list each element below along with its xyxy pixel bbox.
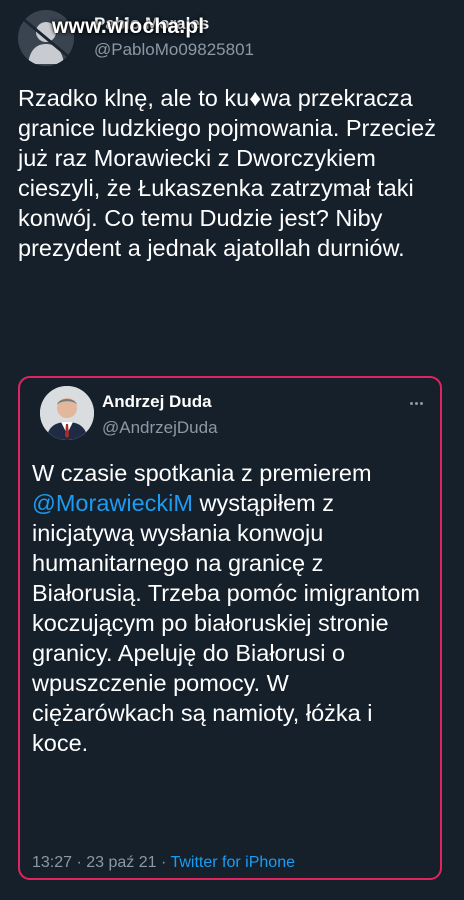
tweet-metadata: 13:27 · 23 paź 21 · Twitter for iPhone	[32, 854, 295, 872]
quoted-author-avatar[interactable]	[40, 386, 94, 440]
tweet-text: Rzadko klnę, ale to ku♦wa przekracza gra…	[18, 85, 436, 261]
user-avatar-icon	[40, 386, 94, 440]
tweet-header: Pablo Morales @PabloMo09825801 www.wioch…	[18, 6, 448, 70]
quoted-text-after: wystąpiłem z inicjatywą wysłania konwoju…	[32, 490, 420, 756]
quoted-author-name[interactable]: Andrzej Duda	[102, 392, 212, 412]
tweet-source[interactable]: Twitter for iPhone	[170, 854, 295, 871]
quoted-tweet[interactable]: Andrzej Duda @AndrzejDuda W czasie spotk…	[18, 376, 442, 880]
mention-link[interactable]: @MorawieckiM	[32, 490, 193, 516]
meta-separator: ·	[72, 854, 87, 871]
quoted-author-handle[interactable]: @AndrzejDuda	[102, 418, 218, 438]
author-handle[interactable]: @PabloMo09825801	[94, 40, 254, 60]
quoted-tweet-text: W czasie spotkania z premierem @Morawiec…	[32, 458, 424, 758]
quoted-text-before: W czasie spotkania z premierem	[32, 460, 372, 486]
more-horizontal-icon[interactable]	[410, 392, 428, 405]
watermark: www.wiocha.pl	[52, 15, 205, 38]
tweet-time[interactable]: 13:27	[32, 854, 72, 871]
tweet-date[interactable]: 23 paź 21	[86, 854, 156, 871]
meta-separator: ·	[156, 854, 171, 871]
